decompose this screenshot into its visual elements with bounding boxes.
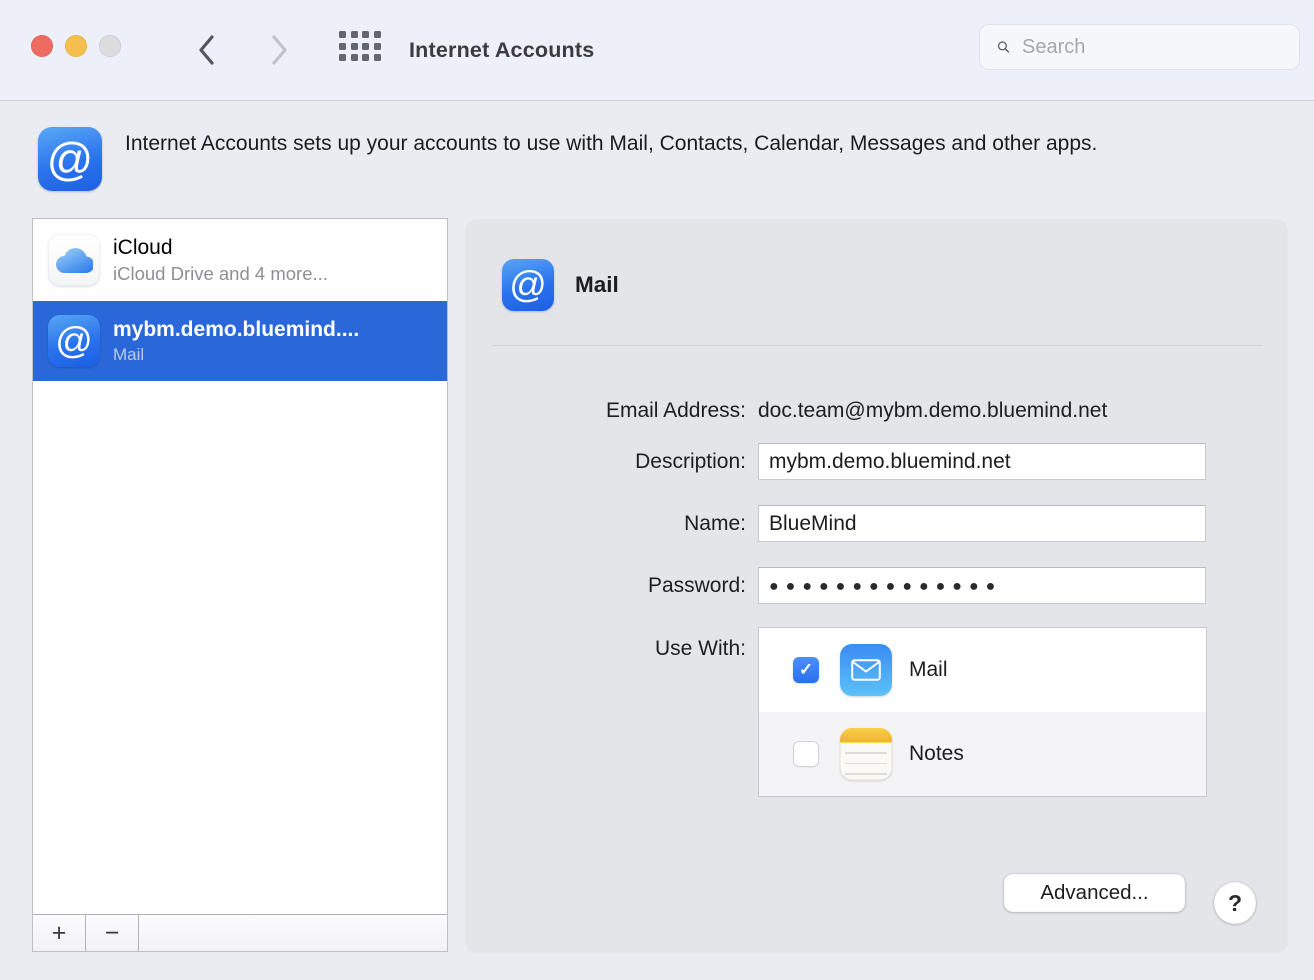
title-bar: Internet Accounts: [0, 0, 1314, 101]
account-title: mybm.demo.bluemind....: [113, 318, 359, 342]
search-field[interactable]: [979, 24, 1300, 70]
password-input[interactable]: [758, 567, 1206, 604]
mail-app-icon: [840, 644, 892, 696]
use-with-row-mail: ✓ Mail: [759, 628, 1206, 712]
use-with-notes-label: Notes: [909, 742, 964, 766]
minimize-window-button[interactable]: [65, 35, 87, 57]
at-glyph: @: [509, 264, 547, 306]
mail-account-icon-large: @: [502, 259, 554, 311]
at-glyph: @: [47, 132, 94, 186]
fullscreen-window-button: [99, 35, 121, 57]
mail-account-icon: @: [48, 315, 100, 367]
account-title: iCloud: [113, 236, 328, 260]
account-detail-panel: @ Mail Email Address: doc.team@mybm.demo…: [466, 220, 1287, 952]
chevron-right-icon: [271, 35, 288, 65]
name-label: Name:: [466, 505, 746, 542]
internet-accounts-window: Internet Accounts @ Internet Accounts se…: [0, 0, 1314, 980]
intro-text: Internet Accounts sets up your accounts …: [125, 128, 1170, 159]
use-with-mail-label: Mail: [909, 658, 948, 682]
password-label: Password:: [466, 567, 746, 604]
mail-checkbox[interactable]: ✓: [793, 657, 819, 683]
account-type-title: Mail: [575, 259, 619, 311]
header-divider: [492, 345, 1263, 346]
checkmark-icon: ✓: [799, 660, 813, 680]
search-icon: [997, 35, 1010, 59]
use-with-row-notes: Notes: [759, 712, 1206, 796]
email-address-value: doc.team@mybm.demo.bluemind.net: [758, 396, 1107, 426]
account-item-bluemind[interactable]: @ mybm.demo.bluemind.... Mail: [33, 301, 447, 381]
notes-icon-line: [845, 773, 887, 775]
forward-button[interactable]: [261, 26, 297, 74]
account-subtitle: iCloud Drive and 4 more...: [113, 263, 328, 285]
account-subtitle: Mail: [113, 345, 359, 365]
accounts-list: iCloud iCloud Drive and 4 more... @ mybm…: [32, 218, 448, 952]
toolbar-filler: [139, 914, 447, 951]
notes-icon-line: [845, 752, 887, 754]
add-account-button[interactable]: +: [33, 914, 86, 951]
email-address-label: Email Address:: [466, 396, 746, 426]
close-window-button[interactable]: [31, 35, 53, 57]
description-input[interactable]: [758, 443, 1206, 480]
chevron-left-icon: [198, 35, 215, 65]
remove-account-button[interactable]: −: [86, 914, 139, 951]
internet-accounts-app-icon: @: [38, 127, 102, 191]
window-title: Internet Accounts: [409, 0, 594, 101]
show-all-preferences-button[interactable]: [339, 31, 382, 63]
account-item-icloud[interactable]: iCloud iCloud Drive and 4 more...: [33, 219, 447, 301]
icloud-icon: [48, 234, 100, 286]
help-button[interactable]: ?: [1214, 882, 1256, 924]
use-with-label: Use With:: [466, 627, 746, 671]
back-button[interactable]: [188, 26, 224, 74]
notes-icon-line: [845, 763, 887, 765]
description-label: Description:: [466, 443, 746, 480]
name-input[interactable]: [758, 505, 1206, 542]
notes-icon-band: [840, 728, 892, 743]
at-glyph: @: [55, 320, 93, 362]
notes-app-icon: [840, 728, 892, 780]
use-with-list: ✓ Mail Notes: [758, 627, 1207, 797]
search-input[interactable]: [1022, 36, 1287, 59]
accounts-list-toolbar: + −: [33, 914, 447, 951]
advanced-button[interactable]: Advanced...: [1004, 874, 1185, 912]
notes-checkbox[interactable]: [793, 741, 819, 767]
